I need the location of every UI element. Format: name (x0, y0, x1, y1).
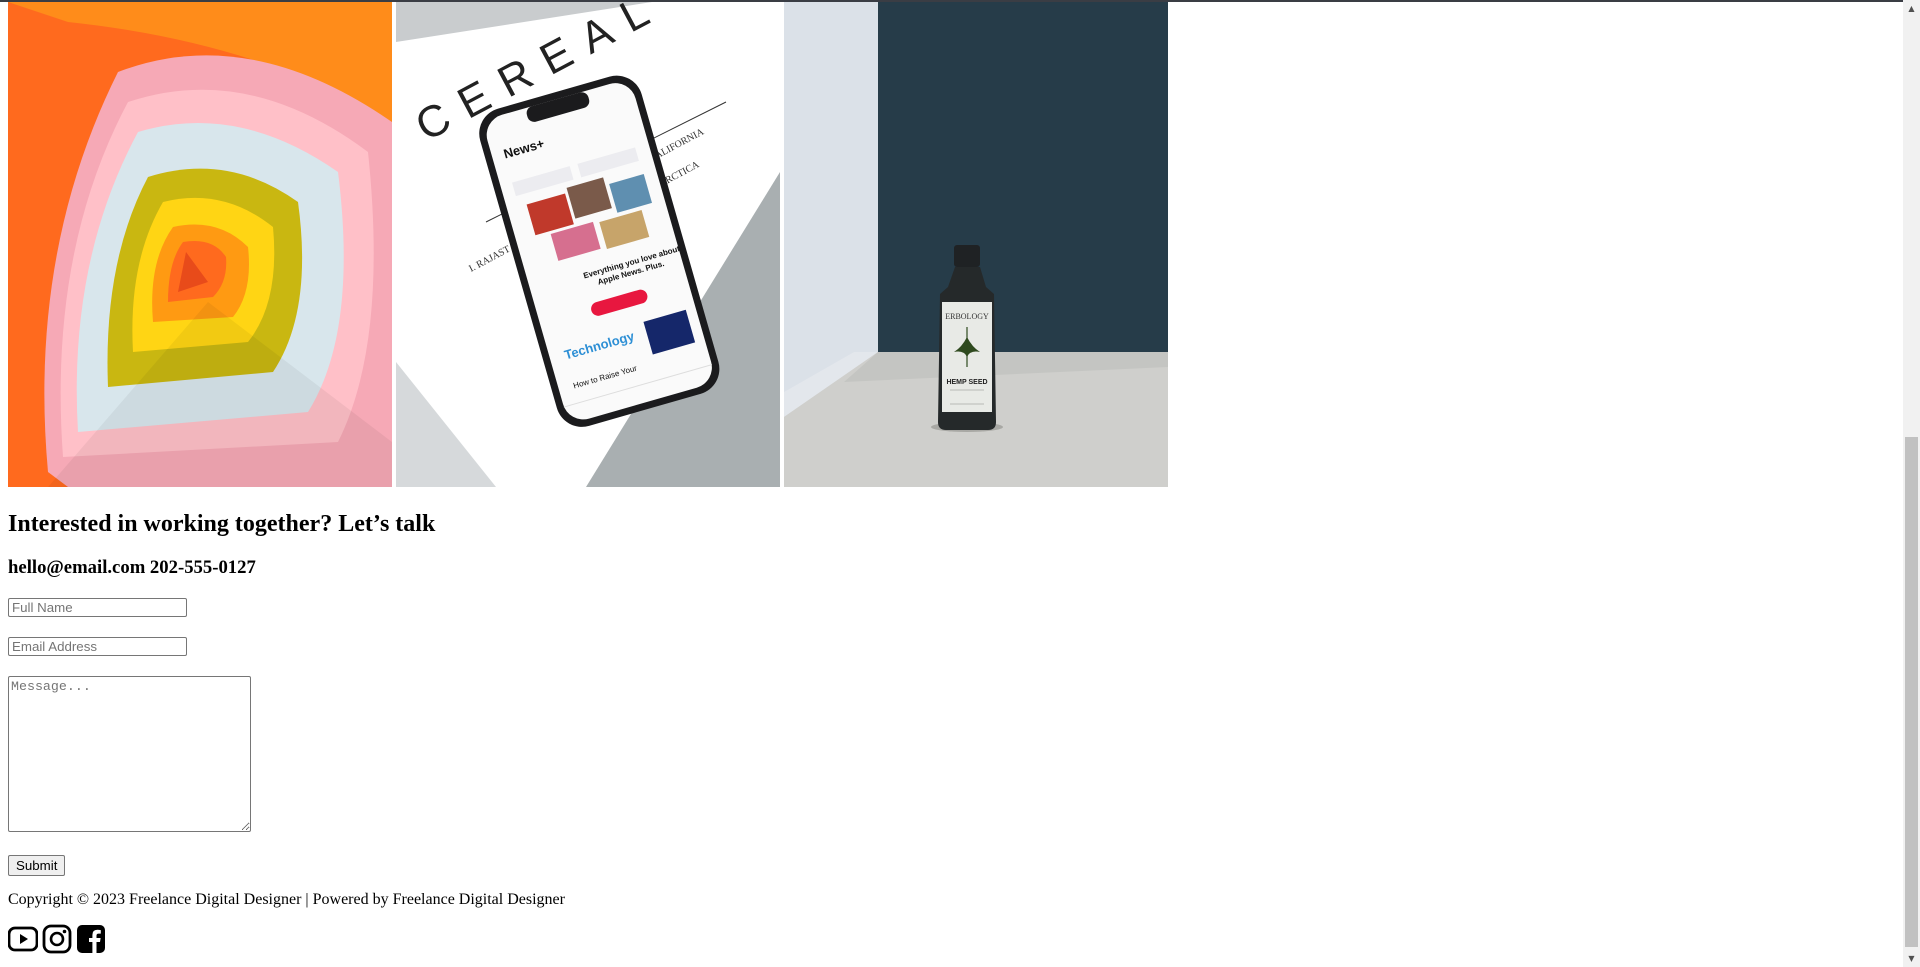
scroll-up-arrow-icon[interactable]: ▲ (1903, 0, 1920, 17)
full-name-input[interactable] (8, 598, 187, 617)
instagram-link[interactable] (42, 924, 72, 954)
message-textarea[interactable] (8, 676, 251, 832)
vertical-scrollbar[interactable]: ▲ ▼ (1903, 0, 1920, 967)
scroll-down-arrow-icon[interactable]: ▼ (1903, 950, 1920, 967)
hemp-seed-bottle-image: ERBOLOGY HEMP SEED (784, 2, 1168, 487)
youtube-link[interactable] (8, 924, 38, 954)
youtube-icon (8, 926, 38, 952)
contact-heading: Interested in working together? Let’s ta… (8, 511, 436, 537)
scrollbar-thumb[interactable] (1905, 437, 1918, 947)
abstract-nested-shapes-image (8, 2, 392, 487)
contact-details: hello@email.com 202-555-0127 (8, 557, 256, 578)
social-links (8, 924, 106, 954)
email-address-input[interactable] (8, 637, 187, 656)
footer-copyright: Copyright © 2023 Freelance Digital Desig… (8, 891, 565, 908)
bottle-brand-text: ERBOLOGY (945, 312, 989, 321)
bottle-product-text: HEMP SEED (946, 379, 987, 386)
instagram-icon (42, 924, 72, 954)
image-gallery: CEREAL CALIFORNIA ARCTICA I. RAJAST News… (8, 2, 1168, 487)
facebook-link[interactable] (76, 924, 106, 954)
phone-on-magazine-image: CEREAL CALIFORNIA ARCTICA I. RAJAST News… (396, 2, 780, 487)
submit-button[interactable]: Submit (8, 855, 66, 876)
facebook-icon (77, 925, 105, 953)
